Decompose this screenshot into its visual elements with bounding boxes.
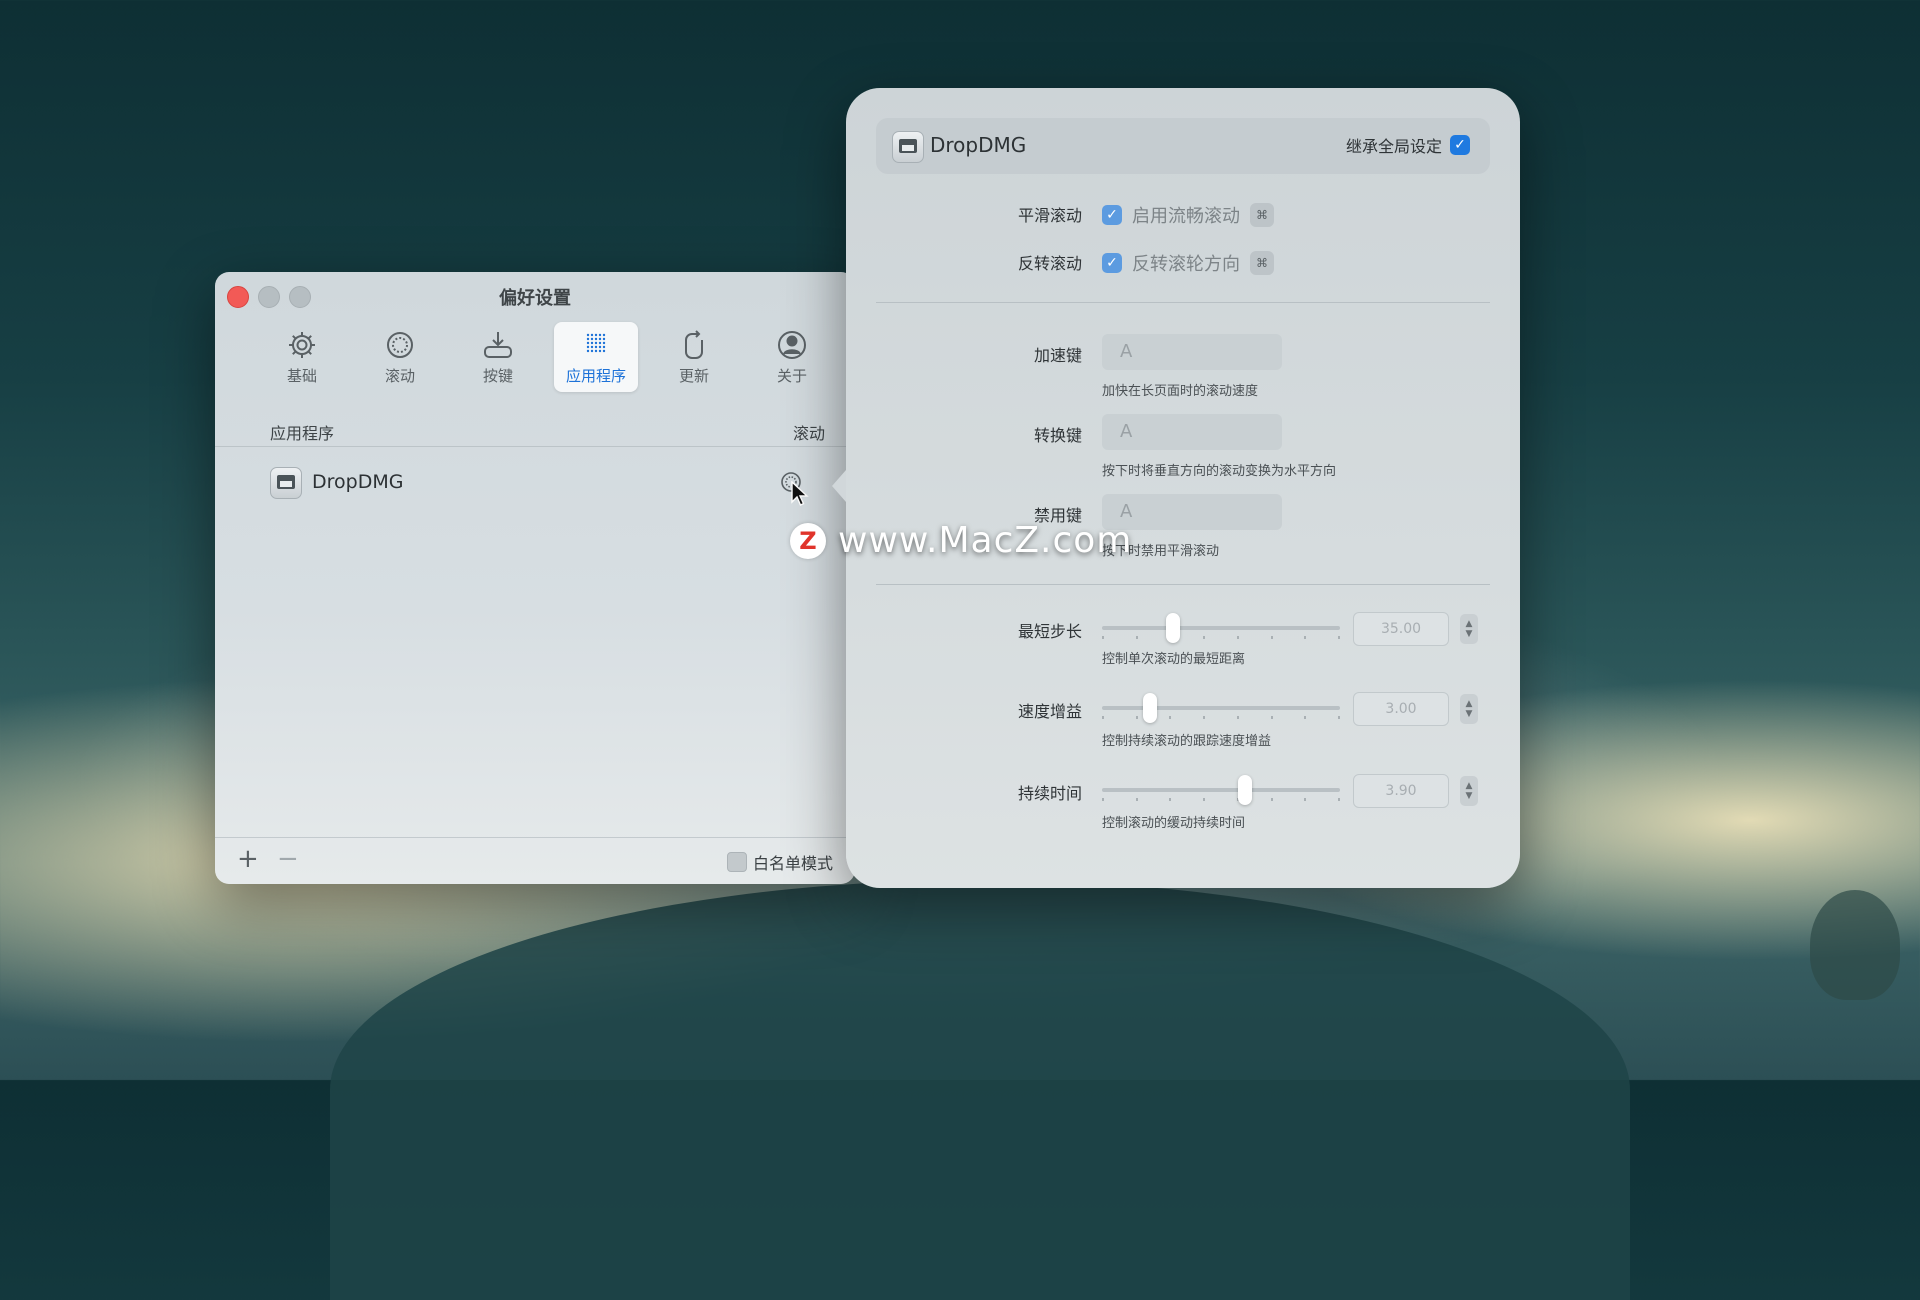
divider bbox=[876, 302, 1490, 303]
min-step-slider[interactable] bbox=[1102, 613, 1340, 643]
reverse-scroll-option[interactable]: ✓ 反转滚轮方向 ⌘ bbox=[1102, 250, 1274, 276]
accel-key-hint: 加快在长页面时的滚动速度 bbox=[1102, 384, 1259, 399]
divider bbox=[876, 584, 1490, 585]
app-name: DropDMG bbox=[312, 471, 404, 493]
tab-label: 更新 bbox=[678, 366, 709, 385]
popover-app-name: DropDMG bbox=[930, 133, 1027, 157]
list-header: 应用程序 滚动 bbox=[215, 412, 855, 447]
convert-key-hint: 按下时将垂直方向的滚动变换为水平方向 bbox=[1102, 464, 1337, 479]
tab-scroll[interactable]: 滚动 bbox=[358, 322, 442, 392]
tab-label: 基础 bbox=[286, 366, 317, 385]
mouse-cursor-icon bbox=[791, 481, 809, 506]
update-icon bbox=[685, 329, 703, 359]
duration-label: 持续时间 bbox=[1017, 784, 1082, 803]
popover-header: DropDMG 继承全局设定 ✓ bbox=[876, 118, 1490, 174]
tab-label: 按键 bbox=[482, 366, 513, 385]
tab-keys[interactable]: 按键 bbox=[456, 322, 540, 392]
duration-hint: 控制滚动的缓动持续时间 bbox=[1102, 816, 1246, 831]
inherit-label: 继承全局设定 bbox=[1345, 137, 1442, 156]
min-step-stepper[interactable]: ▲ ▼ bbox=[1460, 614, 1478, 644]
speed-gain-value[interactable]: 3.00 bbox=[1353, 692, 1449, 726]
shortcut-command-icon[interactable]: ⌘ bbox=[1250, 203, 1274, 227]
smooth-scroll-option[interactable]: ✓ 启用流畅滚动 ⌘ bbox=[1102, 202, 1274, 228]
background-tree bbox=[1810, 890, 1900, 1000]
convert-key-label: 转换键 bbox=[1033, 426, 1082, 445]
speed-gain-hint: 控制持续滚动的跟踪速度增益 bbox=[1102, 734, 1272, 749]
duration-stepper[interactable]: ▲ ▼ bbox=[1460, 776, 1478, 806]
app-settings-popover: DropDMG 继承全局设定 ✓ 平滑滚动 ✓ 启用流畅滚动 ⌘ 反转滚动 ✓ … bbox=[832, 88, 1520, 888]
preferences-window: 偏好设置 基础 滚动 按键 应用程序 更新 关于 应用程序 滚动 DropDMG… bbox=[215, 272, 855, 884]
table-row[interactable]: DropDMG bbox=[270, 467, 830, 501]
tab-label: 滚动 bbox=[384, 366, 415, 385]
whitelist-label: 白名单模式 bbox=[752, 854, 833, 873]
convert-key-field[interactable]: A bbox=[1102, 414, 1282, 450]
column-header-app[interactable]: 应用程序 bbox=[270, 420, 334, 444]
background-hill bbox=[330, 880, 1630, 1300]
inherit-checkbox[interactable]: ✓ bbox=[1450, 135, 1470, 155]
reverse-scroll-checkbox[interactable]: ✓ bbox=[1102, 253, 1122, 273]
accel-key-label: 加速键 bbox=[1033, 346, 1082, 365]
tab-basic[interactable]: 基础 bbox=[260, 322, 344, 392]
accel-key-field[interactable]: A bbox=[1102, 334, 1282, 370]
smooth-scroll-label: 平滑滚动 bbox=[1017, 206, 1082, 225]
whitelist-toggle[interactable]: 白名单模式 bbox=[726, 850, 833, 874]
about-icon bbox=[778, 330, 806, 359]
window-title: 偏好设置 bbox=[499, 288, 571, 309]
tab-about[interactable]: 关于 bbox=[750, 322, 834, 392]
tab-apps[interactable]: 应用程序 bbox=[554, 322, 638, 392]
toolbar: 基础 滚动 按键 应用程序 更新 关于 bbox=[260, 322, 848, 392]
add-app-button[interactable]: + bbox=[237, 844, 259, 874]
speed-gain-slider-thumb[interactable] bbox=[1142, 693, 1157, 723]
speed-gain-stepper[interactable]: ▲ ▼ bbox=[1460, 694, 1478, 724]
min-step-hint: 控制单次滚动的最短距离 bbox=[1102, 652, 1246, 667]
reverse-scroll-label: 反转滚动 bbox=[1017, 254, 1082, 273]
dropdmg-app-icon bbox=[892, 131, 924, 163]
smooth-scroll-option-label: 启用流畅滚动 bbox=[1132, 206, 1240, 227]
smooth-scroll-checkbox[interactable]: ✓ bbox=[1102, 205, 1122, 225]
min-step-value[interactable]: 35.00 bbox=[1353, 612, 1449, 646]
reverse-scroll-option-label: 反转滚轮方向 bbox=[1132, 254, 1240, 275]
tab-label: 应用程序 bbox=[565, 366, 626, 385]
tab-update[interactable]: 更新 bbox=[652, 322, 736, 392]
shortcut-command-icon[interactable]: ⌘ bbox=[1250, 251, 1274, 275]
whitelist-checkbox[interactable] bbox=[726, 852, 747, 872]
duration-slider[interactable] bbox=[1102, 775, 1340, 805]
watermark-text: www.MacZ.com bbox=[838, 520, 1133, 561]
watermark-badge: Z bbox=[790, 522, 826, 559]
duration-slider-thumb[interactable] bbox=[1237, 775, 1252, 805]
gear-icon bbox=[289, 331, 315, 358]
min-step-slider-thumb[interactable] bbox=[1166, 613, 1181, 643]
speed-gain-slider[interactable] bbox=[1102, 693, 1340, 723]
speed-gain-label: 速度增益 bbox=[1017, 702, 1082, 721]
min-step-label: 最短步长 bbox=[1017, 622, 1082, 641]
tab-label: 关于 bbox=[776, 366, 807, 385]
scroll-icon bbox=[387, 331, 413, 358]
inherit-global-toggle[interactable]: 继承全局设定 ✓ bbox=[1346, 133, 1470, 157]
dropdmg-app-icon bbox=[270, 467, 302, 499]
keys-icon bbox=[484, 331, 512, 358]
remove-app-button[interactable]: − bbox=[277, 844, 299, 874]
apps-grid-icon bbox=[586, 333, 606, 352]
column-header-scroll[interactable]: 滚动 bbox=[793, 420, 825, 444]
list-footer: + − 白名单模式 bbox=[215, 837, 855, 884]
watermark: Z www.MacZ.com bbox=[790, 520, 1132, 561]
popover-arrow bbox=[832, 470, 846, 502]
duration-value[interactable]: 3.90 bbox=[1353, 774, 1449, 808]
